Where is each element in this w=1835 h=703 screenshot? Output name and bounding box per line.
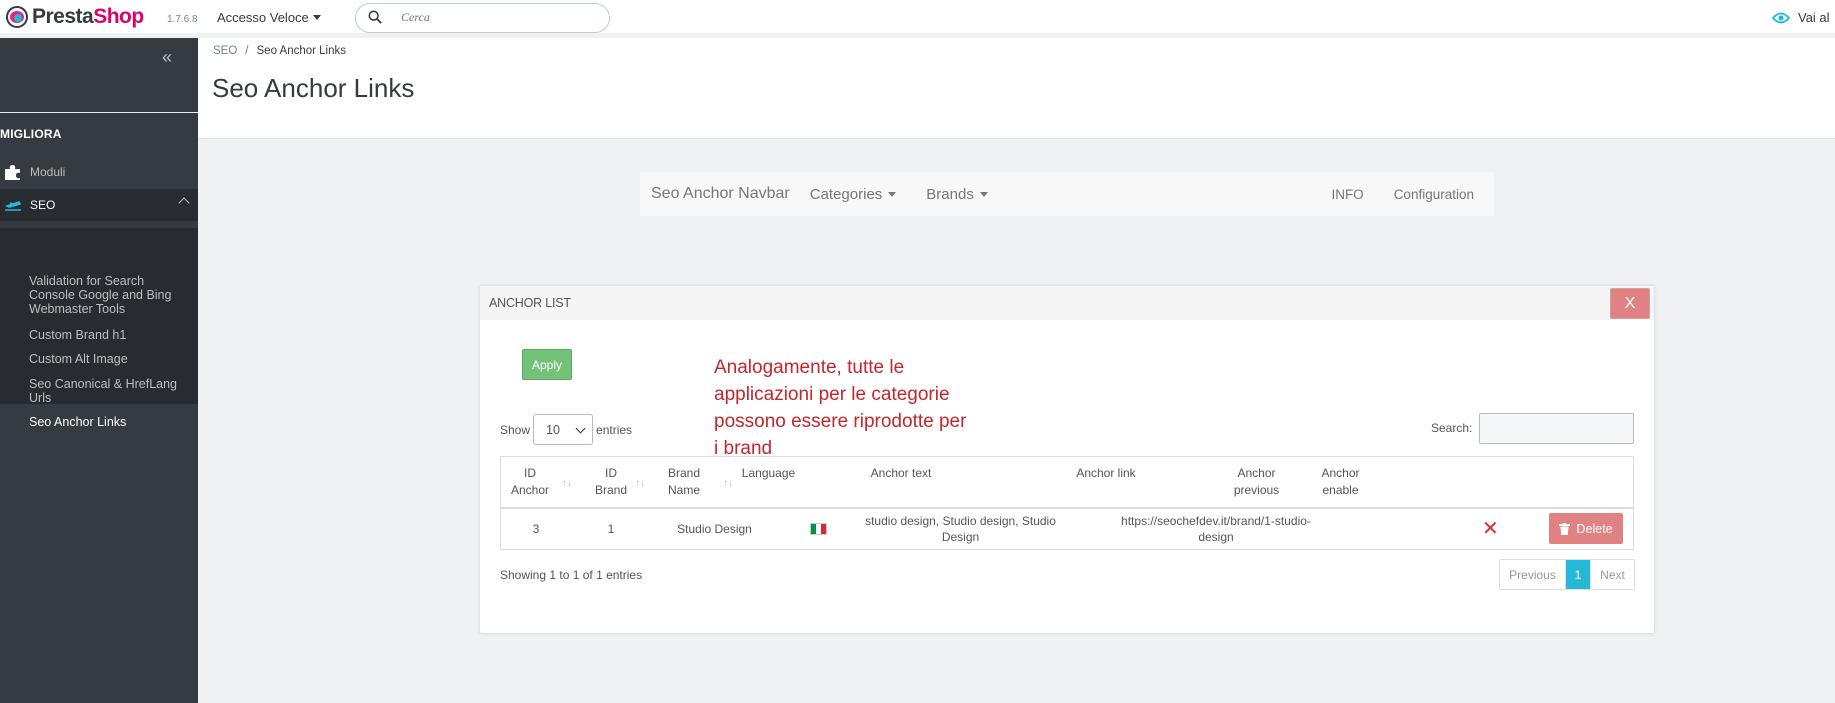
navbar-configuration-link[interactable]: Configuration (1394, 187, 1474, 202)
sidebar-item-label: SEO (30, 198, 56, 212)
cell-brand-name: Studio Design (677, 522, 752, 536)
logo-text-shop: Shop (93, 5, 144, 28)
chevron-up-icon (178, 197, 190, 209)
cell-id-brand: 1 (607, 522, 615, 536)
navbar-info-link[interactable]: INFO (1331, 187, 1363, 202)
anchor-table: ID Anchor ↑↓ ID Brand ↑↓ Brand Name ↑↓ L… (500, 456, 1634, 550)
column-brand-name[interactable]: Brand Name (663, 465, 705, 499)
delete-button[interactable]: Delete (1549, 513, 1623, 544)
sidebar-subitem-custom-brand-h1[interactable]: Custom Brand h1 (29, 328, 189, 342)
entries-per-page-value: 10 (546, 422, 560, 437)
table-info: Showing 1 to 1 of 1 entries (500, 568, 643, 582)
chevron-down-icon (575, 423, 586, 434)
brands-dropdown[interactable]: Brands (926, 186, 988, 203)
view-shop-link[interactable]: Vai al (1772, 10, 1830, 25)
annotation-text: Analogamente, tutte le applicazioni per … (714, 357, 967, 459)
sidebar-submenu-seo: Validation for Search Console Google and… (0, 228, 198, 429)
table-search-label: Search: (1431, 421, 1473, 435)
panel-heading: ANCHOR LIST X (480, 286, 1654, 320)
italy-flag-icon (810, 523, 827, 535)
column-anchor-text[interactable]: Anchor text (841, 465, 961, 482)
pagination-next[interactable]: Next (1590, 560, 1634, 589)
sidebar-subitem-canonical-hreflang[interactable]: Seo Canonical & HrefLang Urls (29, 377, 189, 405)
quick-access-label: Accesso Veloce (217, 10, 309, 25)
breadcrumb-parent[interactable]: SEO (213, 45, 237, 57)
sidebar-subitem-seo-anchor-links[interactable]: Seo Anchor Links (29, 415, 189, 429)
column-anchor-link[interactable]: Anchor link (1046, 465, 1166, 482)
sidebar-subitem-validation[interactable]: Validation for Search Console Google and… (29, 274, 189, 316)
sidebar-item-seo[interactable]: SEO (0, 189, 198, 221)
column-id-brand[interactable]: ID Brand (591, 465, 631, 499)
page-header: SEO / Seo Anchor Links Seo Anchor Links (198, 38, 1835, 139)
apply-button[interactable]: Apply (522, 349, 572, 380)
eye-icon (1772, 12, 1790, 23)
caret-down-icon (979, 191, 988, 197)
breadcrumb: SEO / Seo Anchor Links (213, 45, 346, 57)
pagination: Previous 1 Next (1499, 559, 1635, 590)
top-header: PrestaShop 1.7.6.8 Accesso Veloce Vai al (0, 0, 1835, 33)
column-anchor-previous[interactable]: Anchor previous (1229, 465, 1284, 499)
table-header: ID Anchor ↑↓ ID Brand ↑↓ Brand Name ↑↓ L… (501, 457, 1633, 509)
header-search[interactable] (355, 3, 610, 33)
sidebar-subitem-custom-alt-image[interactable]: Custom Alt Image (29, 352, 189, 366)
module-navbar: Seo Anchor Navbar Categories Brands INFO… (640, 172, 1494, 216)
close-button[interactable]: X (1610, 288, 1650, 319)
sidebar: « MIGLIORA Moduli SEO Validation for Sea… (0, 38, 198, 703)
delete-label: Delete (1576, 521, 1613, 536)
pagination-previous[interactable]: Previous (1500, 560, 1566, 589)
sort-icon[interactable]: ↑↓ (723, 478, 733, 489)
version-label: 1.7.6.8 (167, 14, 198, 25)
breadcrumb-separator: / (245, 45, 249, 57)
caret-down-icon (312, 15, 321, 20)
header-search-input[interactable] (401, 10, 591, 25)
sort-icon[interactable]: ↑↓ (562, 478, 572, 489)
panel-title: ANCHOR LIST (489, 296, 571, 310)
brands-label: Brands (926, 185, 974, 203)
pagination-page-1[interactable]: 1 (1566, 560, 1590, 589)
table-search-input[interactable] (1479, 413, 1634, 444)
column-id-anchor[interactable]: ID Anchor (509, 465, 551, 499)
categories-label: Categories (809, 185, 883, 203)
disabled-x-icon[interactable]: ✕ (1482, 519, 1499, 539)
collapse-sidebar-icon[interactable]: « (162, 47, 172, 68)
categories-dropdown[interactable]: Categories (810, 186, 897, 203)
anchor-list-panel: ANCHOR LIST X Apply Analogamente, tutte … (479, 285, 1655, 634)
entries-per-page-select[interactable]: 10 (533, 414, 594, 445)
breadcrumb-current: Seo Anchor Links (256, 45, 347, 57)
view-shop-label: Vai al (1798, 10, 1830, 25)
show-label: Show (500, 422, 531, 437)
column-anchor-enable[interactable]: Anchor enable (1313, 465, 1368, 499)
logo-text-presta: Presta (32, 5, 94, 28)
prestashop-logo[interactable]: PrestaShop (6, 5, 144, 29)
puzzle-icon (2, 163, 24, 181)
trash-icon (1559, 522, 1571, 535)
plane-icon (2, 196, 24, 214)
sort-icon[interactable]: ↑↓ (635, 478, 645, 489)
quick-access-dropdown[interactable]: Accesso Veloce (217, 10, 321, 25)
prestashop-logo-icon (6, 6, 28, 28)
show-entries: Show 10 entries (500, 414, 632, 445)
sidebar-item-moduli[interactable]: Moduli (0, 156, 198, 188)
search-icon[interactable] (368, 10, 382, 24)
module-navbar-brand[interactable]: Seo Anchor Navbar (651, 185, 790, 203)
column-language[interactable]: Language (741, 465, 796, 482)
sidebar-section-migliora: MIGLIORA (0, 127, 62, 141)
entries-label: entries (596, 422, 633, 437)
cell-id-anchor: 3 (532, 522, 540, 536)
cell-anchor-link: https://seochefdev.it/brand/1-studio-des… (1121, 514, 1311, 544)
page-title: Seo Anchor Links (212, 73, 415, 103)
sidebar-divider (0, 112, 198, 113)
cell-anchor-text: studio design, Studio design, Studio Des… (865, 514, 1056, 544)
caret-down-icon (888, 191, 897, 197)
sidebar-item-label: Moduli (30, 165, 66, 179)
table-row: 3 1 Studio Design studio design, Studio … (501, 509, 1633, 549)
